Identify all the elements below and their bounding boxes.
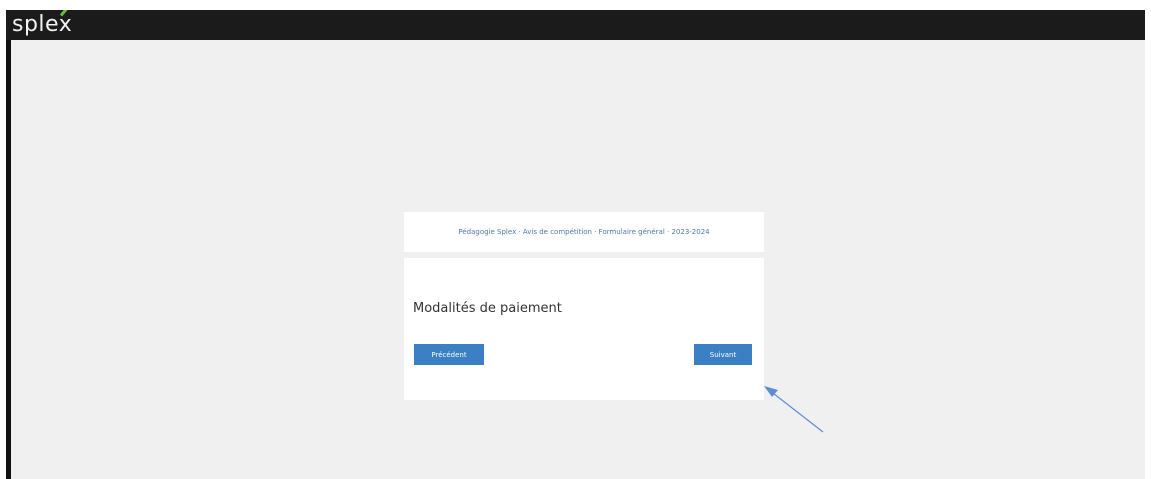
form-header-title: Pédagogie Splex · Avis de compétition · … [458, 228, 710, 236]
next-button[interactable]: Suivant [694, 344, 752, 365]
section-title: Modalités de paiement [413, 301, 562, 316]
splex-logo[interactable]: splex [12, 10, 72, 40]
logo-x: x [58, 12, 73, 37]
previous-button[interactable]: Précédent [414, 344, 484, 365]
top-bar: splex [6, 10, 1145, 40]
form-main-card: Modalités de paiement Précédent Suivant [404, 258, 764, 400]
left-border [6, 40, 11, 479]
logo-text: sple [12, 12, 59, 37]
form-header-card: Pédagogie Splex · Avis de compétition · … [404, 212, 764, 252]
screen: splex Pédagogie Splex · Avis de compétit… [6, 10, 1145, 479]
